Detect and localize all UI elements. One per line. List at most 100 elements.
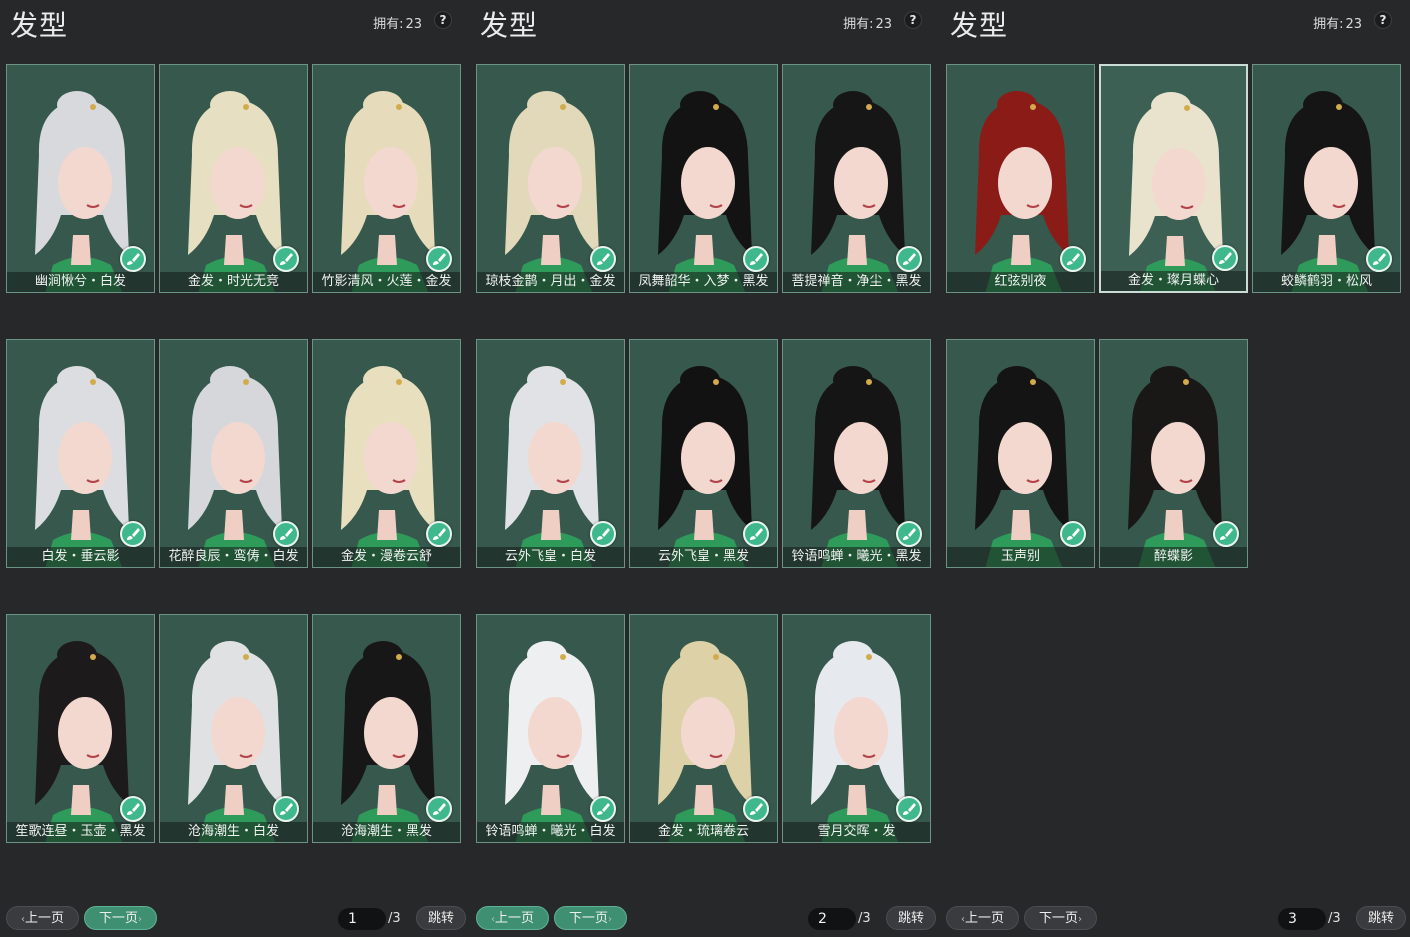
hairstyle-card[interactable]: 金发・璨月蝶心 xyxy=(1099,64,1248,293)
face xyxy=(1151,422,1205,494)
help-icon[interactable]: ? xyxy=(434,11,452,29)
hairstyle-name: 笙歌连昼・玉壶・黑发 xyxy=(7,822,154,842)
hairstyle-card[interactable]: 凤舞韶华・入梦・黑发 xyxy=(629,64,778,293)
brush-dye-icon[interactable] xyxy=(120,796,146,822)
hairstyle-card[interactable]: 铃语鸣蝉・曦光・白发 xyxy=(476,614,625,843)
brush-glyph xyxy=(1373,253,1386,265)
jump-button[interactable]: 跳转 xyxy=(416,906,466,930)
hairstyle-name: 金发・时光无竞 xyxy=(160,272,307,292)
help-icon[interactable]: ? xyxy=(904,11,922,29)
hairstyle-card[interactable]: 沧海潮生・白发 xyxy=(159,614,308,843)
next-page-button[interactable]: 下一页› xyxy=(1024,906,1097,930)
hair-ornament xyxy=(243,379,249,385)
brush-glyph xyxy=(597,528,610,540)
hairstyle-card[interactable]: 云外飞皇・黑发 xyxy=(629,339,778,568)
owned-counter: 拥有: 23 xyxy=(373,13,422,32)
hairstyle-card[interactable]: 琼枝金鹊・月出・金发 xyxy=(476,64,625,293)
brush-dye-icon[interactable] xyxy=(273,521,299,547)
prev-page-button[interactable]: ‹上一页 xyxy=(946,906,1019,930)
brush-dye-icon[interactable] xyxy=(590,521,616,547)
help-icon[interactable]: ? xyxy=(1374,11,1392,29)
hair-ornament xyxy=(1183,379,1189,385)
brush-dye-icon[interactable] xyxy=(120,521,146,547)
hairstyle-card[interactable]: 花醉良辰・鸾俦・白发 xyxy=(159,339,308,568)
hairstyle-card[interactable]: 白发・垂云影 xyxy=(6,339,155,568)
brush-dye-icon[interactable] xyxy=(743,246,769,272)
brush-dye-icon[interactable] xyxy=(1060,521,1086,547)
hairstyle-card[interactable]: 笙歌连昼・玉壶・黑发 xyxy=(6,614,155,843)
jump-button[interactable]: 跳转 xyxy=(886,906,936,930)
pagination-bar: ‹上一页 下一页› 2/3 跳转 xyxy=(470,904,940,932)
hair-ornament xyxy=(866,654,872,660)
hairstyle-card[interactable]: 沧海潮生・黑发 xyxy=(312,614,461,843)
hairstyle-card[interactable]: 菩提禅音・净尘・黑发 xyxy=(782,64,931,293)
brush-dye-icon[interactable] xyxy=(426,521,452,547)
hairstyle-name: 花醉良辰・鸾俦・白发 xyxy=(160,547,307,567)
hair-ornament xyxy=(560,104,566,110)
brush-glyph xyxy=(1219,252,1232,264)
brush-dye-icon[interactable] xyxy=(896,796,922,822)
brush-dye-icon[interactable] xyxy=(743,796,769,822)
hairstyle-card[interactable]: 红弦别夜 xyxy=(946,64,1095,293)
brush-glyph xyxy=(433,253,446,265)
prev-page-button[interactable]: ‹上一页 xyxy=(476,906,549,930)
brush-glyph xyxy=(127,803,140,815)
brush-dye-icon[interactable] xyxy=(896,246,922,272)
next-page-button[interactable]: 下一页› xyxy=(554,906,627,930)
jump-button[interactable]: 跳转 xyxy=(1356,906,1406,930)
neck xyxy=(71,235,91,265)
next-page-label: 下一页 xyxy=(568,911,608,926)
hairstyle-card[interactable]: 玉声别 xyxy=(946,339,1095,568)
hairstyle-card[interactable]: 铃语鸣蝉・曦光・黑发 xyxy=(782,339,931,568)
brush-dye-icon[interactable] xyxy=(273,796,299,822)
prev-page-button[interactable]: ‹上一页 xyxy=(6,906,79,930)
hairstyle-name: 菩提禅音・净尘・黑发 xyxy=(783,272,930,292)
face xyxy=(998,422,1052,494)
brush-dye-icon[interactable] xyxy=(590,246,616,272)
panel-title: 发型 xyxy=(950,9,1009,42)
hairstyle-card[interactable]: 云外飞皇・白发 xyxy=(476,339,625,568)
brush-dye-icon[interactable] xyxy=(896,521,922,547)
brush-dye-icon[interactable] xyxy=(426,796,452,822)
next-page-button[interactable]: 下一页› xyxy=(84,906,157,930)
hair-ornament xyxy=(560,379,566,385)
brush-dye-icon[interactable] xyxy=(273,246,299,272)
hairstyle-card[interactable]: 蛟鳞鹤羽・松风 xyxy=(1252,64,1401,293)
neck xyxy=(694,235,714,265)
neck xyxy=(224,785,244,815)
hairstyle-name: 金发・漫卷云舒 xyxy=(313,547,460,567)
brush-dye-icon[interactable] xyxy=(1366,246,1392,272)
brush-dye-icon[interactable] xyxy=(590,796,616,822)
neck xyxy=(847,785,867,815)
brush-dye-icon[interactable] xyxy=(743,521,769,547)
owned-count: 23 xyxy=(405,17,422,32)
brush-dye-icon[interactable] xyxy=(426,246,452,272)
hairstyle-card[interactable]: 幽涧愀兮・白发 xyxy=(6,64,155,293)
hairstyle-name: 云外飞皇・白发 xyxy=(477,547,624,567)
prev-page-label: 上一页 xyxy=(494,911,534,926)
neck xyxy=(541,235,561,265)
hair-ornament xyxy=(713,654,719,660)
page-number-input[interactable]: 1 xyxy=(338,908,386,930)
panel-title: 发型 xyxy=(480,9,539,42)
face xyxy=(834,697,888,769)
hairstyle-card[interactable]: 金发・时光无竞 xyxy=(159,64,308,293)
brush-dye-icon[interactable] xyxy=(1060,246,1086,272)
chevron-right-icon: › xyxy=(1078,914,1082,925)
page-number-input[interactable]: 2 xyxy=(808,908,856,930)
page-number-input[interactable]: 3 xyxy=(1278,908,1326,930)
face xyxy=(834,147,888,219)
brush-dye-icon[interactable] xyxy=(120,246,146,272)
hairstyle-card[interactable]: 竹影清风・火莲・金发 xyxy=(312,64,461,293)
hairstyle-card[interactable]: 金发・琉璃卷云 xyxy=(629,614,778,843)
brush-dye-icon[interactable] xyxy=(1212,245,1238,271)
face xyxy=(364,697,418,769)
hair-ornament xyxy=(396,104,402,110)
hairstyle-panel-page-1: 发型 拥有: 23? 幽涧愀兮・白发 金发・时光无竞 竹影清风・火莲・金发 白发・垂云影 花醉… xyxy=(0,0,470,937)
owned-counter: 拥有: 23 xyxy=(1313,13,1362,32)
hairstyle-card[interactable]: 雪月交晖・发 xyxy=(782,614,931,843)
brush-dye-icon[interactable] xyxy=(1213,521,1239,547)
hairstyle-card[interactable]: 醉蝶影 xyxy=(1099,339,1248,568)
brush-glyph xyxy=(903,253,916,265)
hairstyle-card[interactable]: 金发・漫卷云舒 xyxy=(312,339,461,568)
